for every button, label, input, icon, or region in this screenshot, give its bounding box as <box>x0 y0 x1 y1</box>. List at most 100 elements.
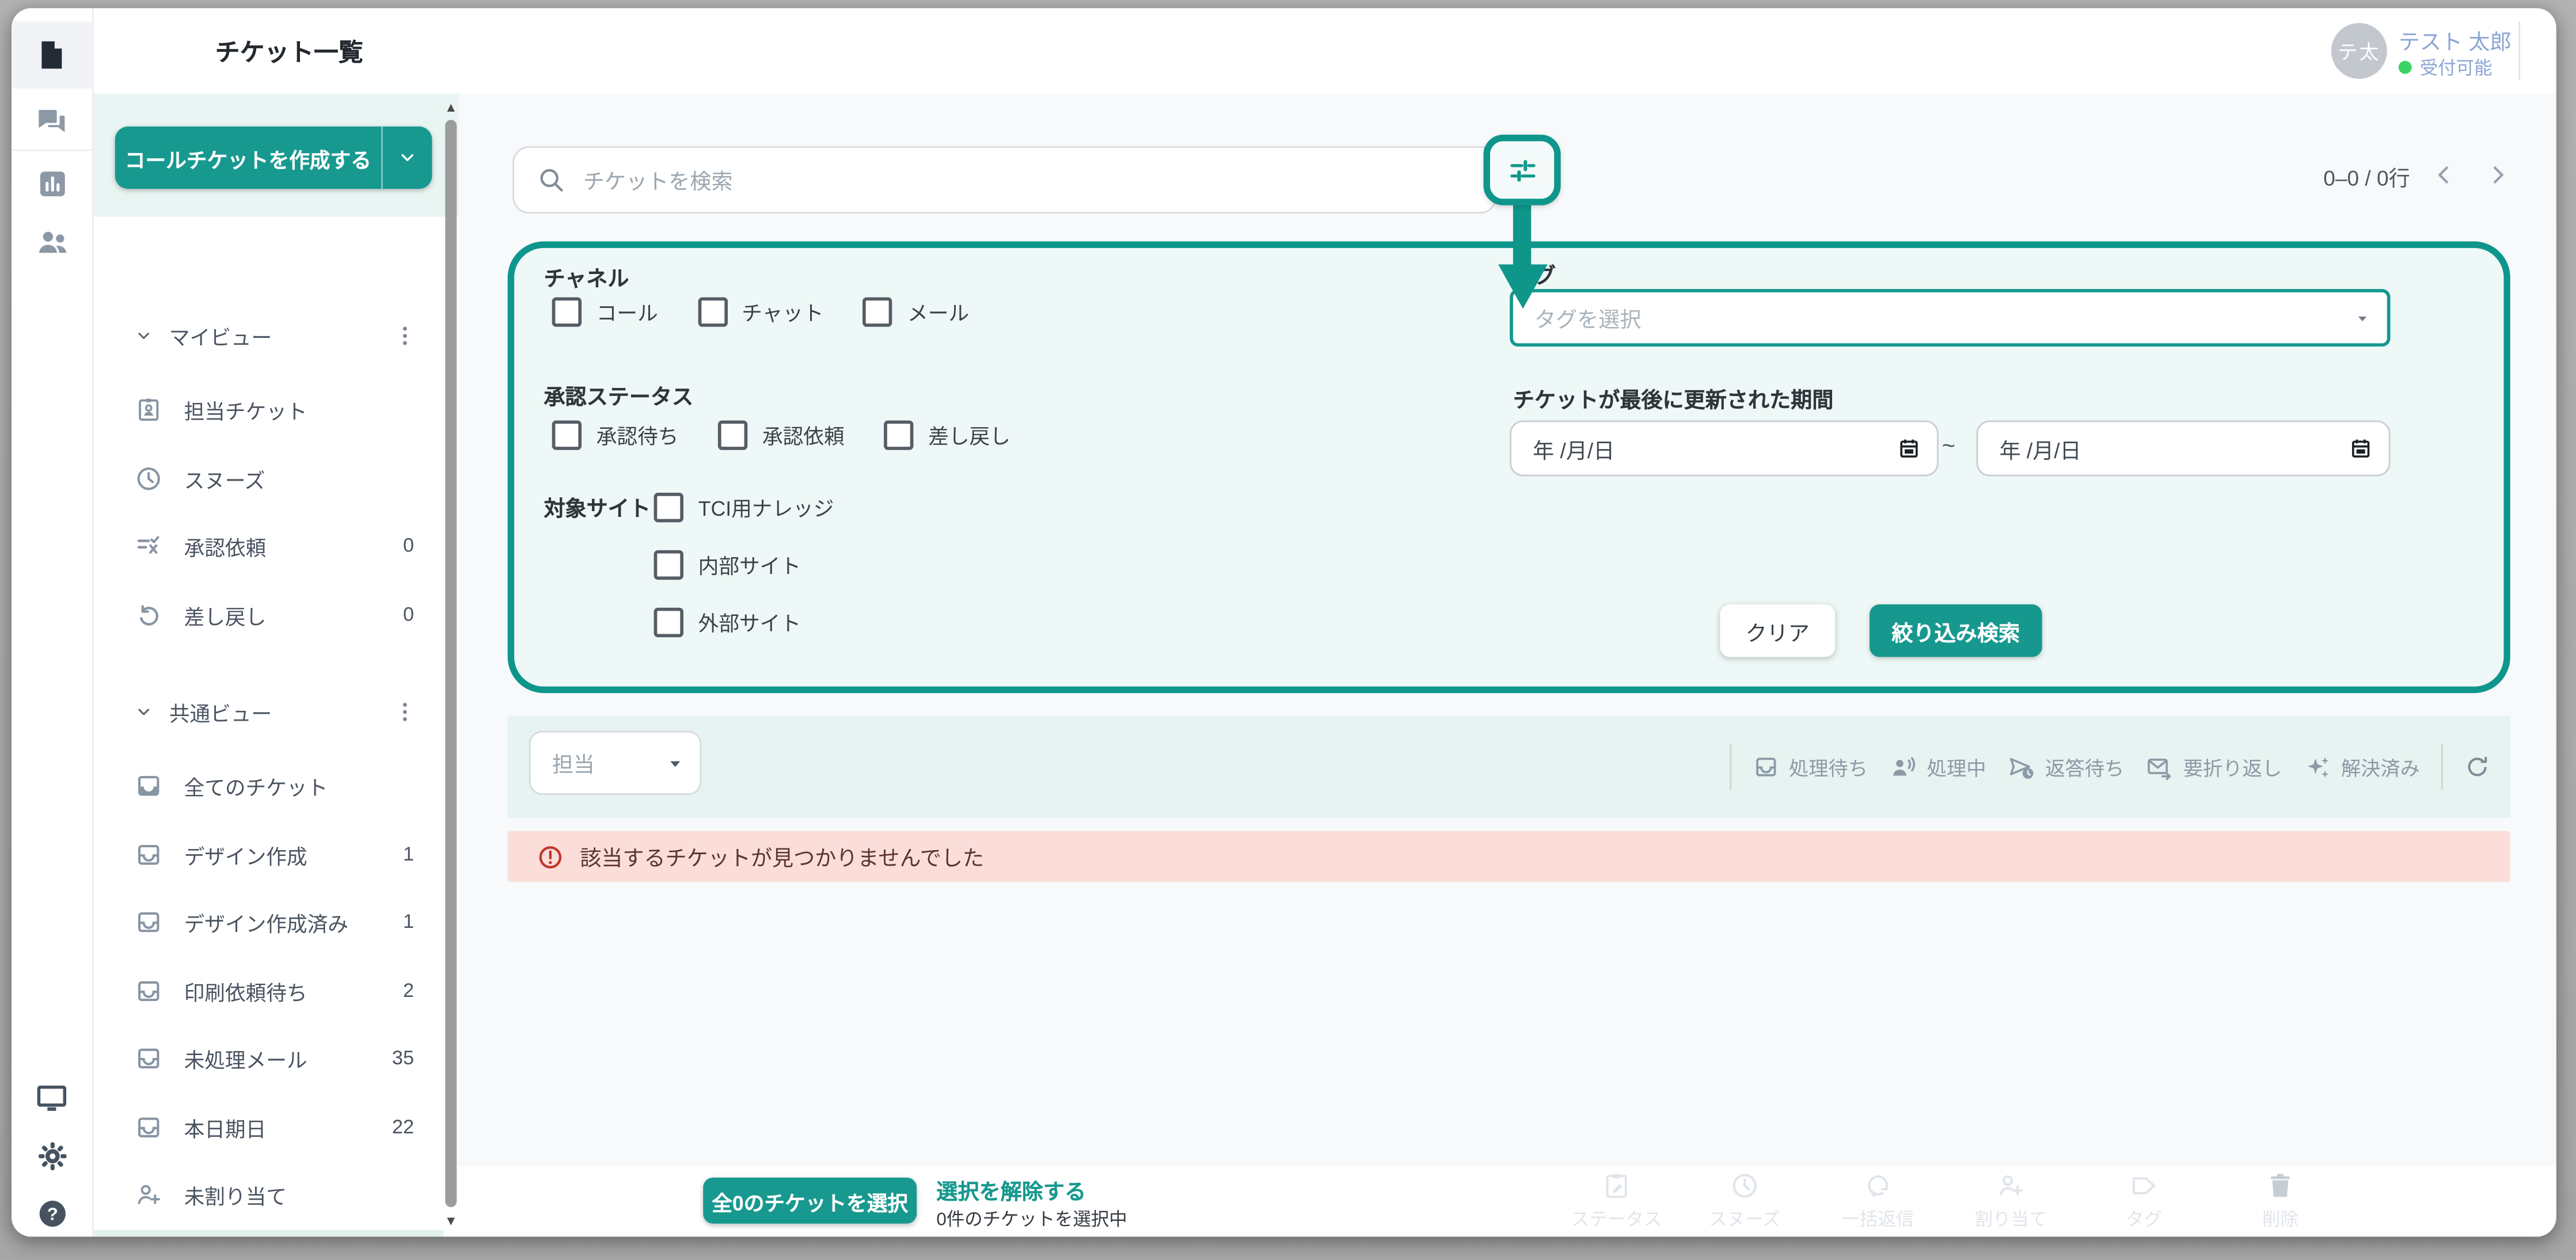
target-site-label: 対象サイト <box>544 491 651 522</box>
sidebar-item-snooze[interactable]: スヌーズ <box>92 445 444 511</box>
person-voice-icon <box>1889 753 1917 781</box>
sidebar-item-unprocessed-mail[interactable]: 未処理メール 35 <box>92 1025 444 1090</box>
user-name[interactable]: テスト 太郎 <box>2399 25 2512 56</box>
sidebar-item-count: 1 <box>403 843 414 866</box>
checkbox-label: コール <box>596 296 658 327</box>
nav-reports-button[interactable] <box>12 151 92 217</box>
action-label: スヌーズ <box>1709 1205 1780 1232</box>
checkbox-sent-back[interactable] <box>884 420 913 449</box>
scrollbar-thumb[interactable] <box>445 120 457 1207</box>
date-to-input[interactable]: 年 /月/日 <box>1977 420 2391 476</box>
checkbox-label: 内部サイト <box>698 549 801 580</box>
inbox-icon <box>1753 754 1779 781</box>
inbox-icon <box>135 840 163 868</box>
checkbox-label: 差し戻し <box>928 419 1010 450</box>
tag-select-highlighted[interactable]: タグを選択 <box>1510 289 2390 347</box>
annotation-arrow-head <box>1498 264 1548 309</box>
nav-chat-button[interactable] <box>12 87 92 153</box>
sidebar-item-label: スヌーズ <box>184 462 265 493</box>
page-title: チケット一覧 <box>215 8 363 93</box>
sidebar-item-count: 1 <box>403 910 414 933</box>
sidebar-item-print-waiting[interactable]: 印刷依頼待ち 2 <box>92 957 444 1023</box>
inbox-icon <box>135 907 163 935</box>
page-next-icon[interactable] <box>2486 162 2510 187</box>
checkbox-chat[interactable] <box>697 296 727 326</box>
filter-search-button[interactable]: 絞り込み検索 <box>1870 604 2042 657</box>
status-in-progress-button[interactable]: 処理中 <box>1889 753 1986 781</box>
status-awaiting-reply-button[interactable]: 返答待ち <box>2008 753 2125 781</box>
sidebar-item-count: 0 <box>403 534 414 557</box>
sidebar-item-sent-back[interactable]: 差し戻し 0 <box>92 581 444 647</box>
status-callback-button[interactable]: 要折り返し <box>2145 753 2282 781</box>
ticket-search-input[interactable]: チケットを検索 <box>512 146 1496 214</box>
checkbox-mail[interactable] <box>863 296 892 326</box>
sidebar-item-label: デザイン作成 <box>184 839 307 870</box>
bar-chart-icon <box>35 168 68 200</box>
sidebar-item-design-done[interactable]: デザイン作成済み 1 <box>92 889 444 954</box>
select-all-button[interactable]: 全0のチケットを選択 <box>703 1178 917 1224</box>
deselect-link[interactable]: 選択を解除する <box>936 1174 1086 1205</box>
scroll-down-arrow[interactable]: ▼ <box>443 1214 458 1231</box>
nav-settings-button[interactable] <box>12 1124 92 1189</box>
avatar[interactable]: テ太 <box>2331 23 2387 79</box>
action-label: 削除 <box>2262 1205 2298 1232</box>
clear-button[interactable]: クリア <box>1720 604 1835 657</box>
sidebar-item-snooze-shared[interactable]: スヌーズ <box>92 1230 444 1236</box>
divider <box>1730 744 1731 790</box>
sidebar-item-approval-request[interactable]: 承認依頼 0 <box>92 512 444 578</box>
checkbox-internal-site[interactable] <box>654 549 683 578</box>
sidebar-item-assigned-tickets[interactable]: 担当チケット <box>92 376 444 441</box>
checklist-icon <box>135 531 163 559</box>
online-status-label: 受付可能 <box>2420 54 2493 81</box>
status-resolved-button[interactable]: 解決済み <box>2303 753 2420 781</box>
scroll-up-arrow[interactable]: ▲ <box>443 100 458 117</box>
action-bulk-reply-disabled: 一括返信 <box>1804 1171 1952 1232</box>
caret-down-icon <box>2354 310 2371 326</box>
sidebar-item-design-create[interactable]: デザイン作成 1 <box>92 821 444 887</box>
sidebar-scrollbar[interactable]: ▲ ▼ <box>443 94 458 1237</box>
pagination-range: 0–0 / 0行 <box>2279 161 2410 192</box>
selection-status: 0件のチケットを選択中 <box>936 1205 1127 1232</box>
sidebar-item-count: 2 <box>403 979 414 1002</box>
date-placeholder: 年 /月/日 <box>1999 433 2349 464</box>
checkbox-approval-waiting[interactable] <box>552 420 582 449</box>
sidebar-item-due-today[interactable]: 本日期日 22 <box>92 1094 444 1159</box>
status-label: 処理中 <box>1927 753 1986 781</box>
no-results-alert: 該当するチケットが見つかりませんでした <box>508 831 2510 882</box>
checkbox-tci-knowledge[interactable] <box>654 492 683 521</box>
checkbox-label: メール <box>907 296 969 327</box>
filter-toggle-button-highlighted[interactable] <box>1484 135 1561 205</box>
filter-panel: チャネル コール チャット メール 承認ステータス 承認待ち 承認依頼 差し戻し… <box>508 241 2510 693</box>
clock-icon <box>135 464 163 492</box>
status-waiting-button[interactable]: 処理待ち <box>1753 753 1868 781</box>
date-from-input[interactable]: 年 /月/日 <box>1510 420 1939 476</box>
tag-select-placeholder: タグを選択 <box>1534 302 1642 333</box>
period-label: チケットが最後に更新された期間 <box>1513 383 1833 414</box>
nav-monitor-button[interactable] <box>12 1064 92 1130</box>
page-prev-icon[interactable] <box>2431 162 2456 187</box>
checkbox-external-site[interactable] <box>654 607 683 636</box>
kebab-menu-icon[interactable] <box>393 323 417 348</box>
section-shared-view[interactable]: 共通ビュー <box>92 695 444 728</box>
section-my-view[interactable]: マイビュー <box>92 319 444 352</box>
nav-customers-button[interactable] <box>12 210 92 276</box>
nav-help-button[interactable] <box>12 1181 92 1237</box>
channel-label: チャネル <box>544 261 629 292</box>
refresh-button[interactable] <box>2464 754 2491 781</box>
sidebar-item-unassigned[interactable]: 未割り当て <box>92 1161 444 1227</box>
sidebar-item-label: 担当チケット <box>184 393 307 424</box>
create-call-ticket-button[interactable]: コールチケットを作成する <box>115 127 432 189</box>
alert-icon <box>537 843 564 870</box>
checkbox-approval-request[interactable] <box>718 420 747 449</box>
search-placeholder: チケットを検索 <box>583 164 733 195</box>
site-option-2: 内部サイト <box>654 549 801 580</box>
kebab-menu-icon[interactable] <box>393 699 417 724</box>
sidebar-item-all-tickets[interactable]: 全てのチケット <box>92 752 444 818</box>
action-label: 一括返信 <box>1842 1205 1914 1232</box>
assignee-select[interactable]: 担当 <box>529 731 702 795</box>
create-ticket-dropdown[interactable] <box>383 127 432 189</box>
checkbox-call[interactable] <box>552 296 582 326</box>
calendar-icon <box>2349 437 2372 460</box>
action-label: タグ <box>2126 1205 2162 1232</box>
nav-tickets-button[interactable] <box>12 21 92 87</box>
